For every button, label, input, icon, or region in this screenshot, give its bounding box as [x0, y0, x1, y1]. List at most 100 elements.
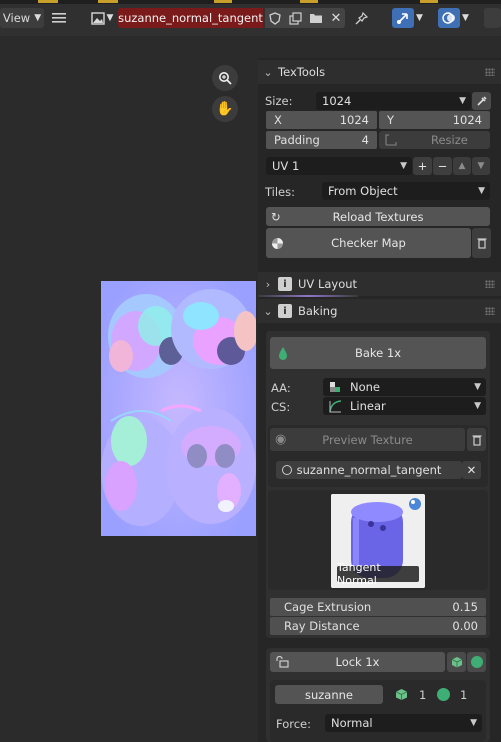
normal-map-image: [101, 281, 256, 536]
sphere-icon: [437, 688, 450, 701]
remove-uv-button[interactable]: −: [433, 157, 452, 175]
force-label: Force:: [276, 717, 311, 731]
chevron-down-icon: ▼: [474, 401, 481, 411]
reload-icon: ↻: [271, 209, 281, 224]
top-strip: [0, 0, 501, 4]
bake-button[interactable]: Bake 1x: [270, 337, 486, 369]
eye-icon: ◉: [275, 432, 287, 447]
header-extra-button[interactable]: [484, 8, 501, 28]
checker-map-button[interactable]: Checker Map: [266, 228, 471, 258]
chevron-down-icon: ▼: [459, 96, 466, 106]
curve-icon: [329, 399, 342, 412]
chevron-down-icon[interactable]: ▼: [462, 8, 476, 28]
plus-icon: +: [417, 159, 428, 173]
tiles-dropdown[interactable]: From Object ▼: [322, 182, 490, 200]
move-up-button[interactable]: ▲: [453, 157, 471, 175]
chevron-down-icon: ▼: [106, 13, 114, 23]
aa-label: AA:: [271, 381, 291, 395]
sphere-count: 1: [460, 688, 468, 702]
image-editor-header: View ▼ ▼ suzanne_normal_tangent ✕ ▼ ▼: [0, 0, 501, 36]
view-menu[interactable]: View ▼: [0, 8, 44, 28]
pin-button[interactable]: [352, 8, 370, 28]
shield-icon: [269, 11, 281, 25]
hamburger-icon[interactable]: [52, 8, 68, 28]
grip-icon[interactable]: [485, 307, 495, 315]
chevron-down-icon: ▼: [474, 382, 481, 392]
size-label: Size:: [265, 94, 293, 108]
chevron-down-icon: ⌄: [263, 65, 273, 79]
unlock-icon: [276, 656, 289, 668]
image-name-field[interactable]: suzanne_normal_tangent: [118, 8, 263, 28]
ray-distance-field[interactable]: Ray Distance 0.00: [270, 617, 486, 635]
duplicate-icon: [288, 11, 302, 25]
close-icon: ✕: [330, 10, 342, 26]
trash-icon: [472, 434, 481, 446]
mesh-filter-button[interactable]: [447, 652, 466, 672]
info-icon: i: [278, 277, 292, 291]
close-icon: ✕: [466, 463, 477, 477]
arrow-up-icon: ▲: [458, 161, 466, 171]
sphere-filter-button[interactable]: [467, 652, 486, 672]
uv-map-dropdown[interactable]: UV 1 ▼: [266, 157, 412, 175]
clear-texture-button[interactable]: ✕: [462, 461, 481, 479]
texture-name-field[interactable]: suzanne_normal_tangent: [276, 461, 462, 479]
aa-dropdown[interactable]: None ▼: [323, 378, 486, 396]
object-name-button[interactable]: suzanne: [275, 685, 383, 704]
cube-icon: [451, 657, 462, 668]
open-image-button[interactable]: [305, 8, 327, 28]
resize-button[interactable]: Resize: [379, 131, 490, 149]
force-dropdown[interactable]: Normal ▼: [325, 714, 482, 732]
cursor-tool-button[interactable]: [392, 8, 414, 28]
size-dropdown[interactable]: 1024 ▼: [316, 92, 471, 110]
overlay-icon: [442, 12, 455, 24]
delete-checker-button[interactable]: [472, 228, 491, 258]
info-icon: i: [278, 304, 292, 318]
chevron-down-icon: ▼: [478, 186, 485, 196]
checker-icon: [272, 237, 283, 249]
mesh-count: 1: [419, 688, 427, 702]
image-browse-button[interactable]: ▼: [88, 8, 116, 28]
chevron-down-icon: ⌄: [263, 304, 273, 318]
duplicate-button[interactable]: [285, 8, 305, 28]
image-icon: [90, 11, 105, 25]
mesh-icon: [395, 689, 408, 700]
grip-icon[interactable]: [485, 280, 495, 288]
cage-extrusion-field[interactable]: Cage Extrusion 0.15: [270, 598, 486, 616]
reload-textures-button[interactable]: ↻ Reload Textures: [266, 207, 490, 226]
chevron-down-icon: ▼: [400, 161, 407, 171]
delete-preview-button[interactable]: [467, 428, 486, 451]
circle-icon: [282, 465, 292, 475]
cs-dropdown[interactable]: Linear ▼: [323, 397, 486, 415]
move-down-button[interactable]: ▼: [472, 157, 490, 175]
padding-field[interactable]: Padding 4: [266, 131, 377, 149]
eyedropper-icon: [476, 96, 487, 106]
minus-icon: −: [437, 159, 448, 173]
chevron-down-icon: ▼: [470, 718, 477, 728]
resize-icon: [385, 134, 397, 146]
cs-label: CS:: [271, 400, 291, 414]
add-uv-button[interactable]: +: [413, 157, 432, 175]
panel-title: Baking: [298, 304, 338, 318]
textools-panel-header[interactable]: ⌄ TexTools: [258, 60, 501, 84]
lock-button[interactable]: Lock 1x: [270, 652, 445, 672]
uv-layout-panel-header[interactable]: › i UV Layout: [258, 272, 501, 296]
size-y-field[interactable]: Y 1024: [379, 111, 490, 129]
grip-icon[interactable]: [485, 68, 495, 76]
chevron-right-icon: ›: [265, 277, 271, 291]
eyedropper-button[interactable]: [472, 92, 491, 110]
cursor-icon: [397, 13, 408, 24]
sphere-icon: [470, 656, 483, 668]
arrow-down-icon: ▼: [477, 161, 485, 171]
zoom-icon[interactable]: [212, 65, 238, 91]
hand-pan-icon[interactable]: ✋: [212, 96, 238, 122]
unlink-image-button[interactable]: ✕: [327, 8, 345, 28]
baking-panel-header[interactable]: ⌄ i Baking: [258, 299, 501, 323]
preview-texture-button[interactable]: ◉ Preview Texture: [270, 428, 465, 451]
fake-user-button[interactable]: [265, 8, 285, 28]
size-x-field[interactable]: X 1024: [266, 111, 377, 129]
overlay-button[interactable]: [438, 8, 460, 28]
chevron-down-icon: ▼: [34, 13, 42, 23]
panel-title: TexTools: [278, 65, 326, 79]
chevron-down-icon[interactable]: ▼: [416, 8, 430, 28]
trash-icon: [477, 238, 486, 249]
